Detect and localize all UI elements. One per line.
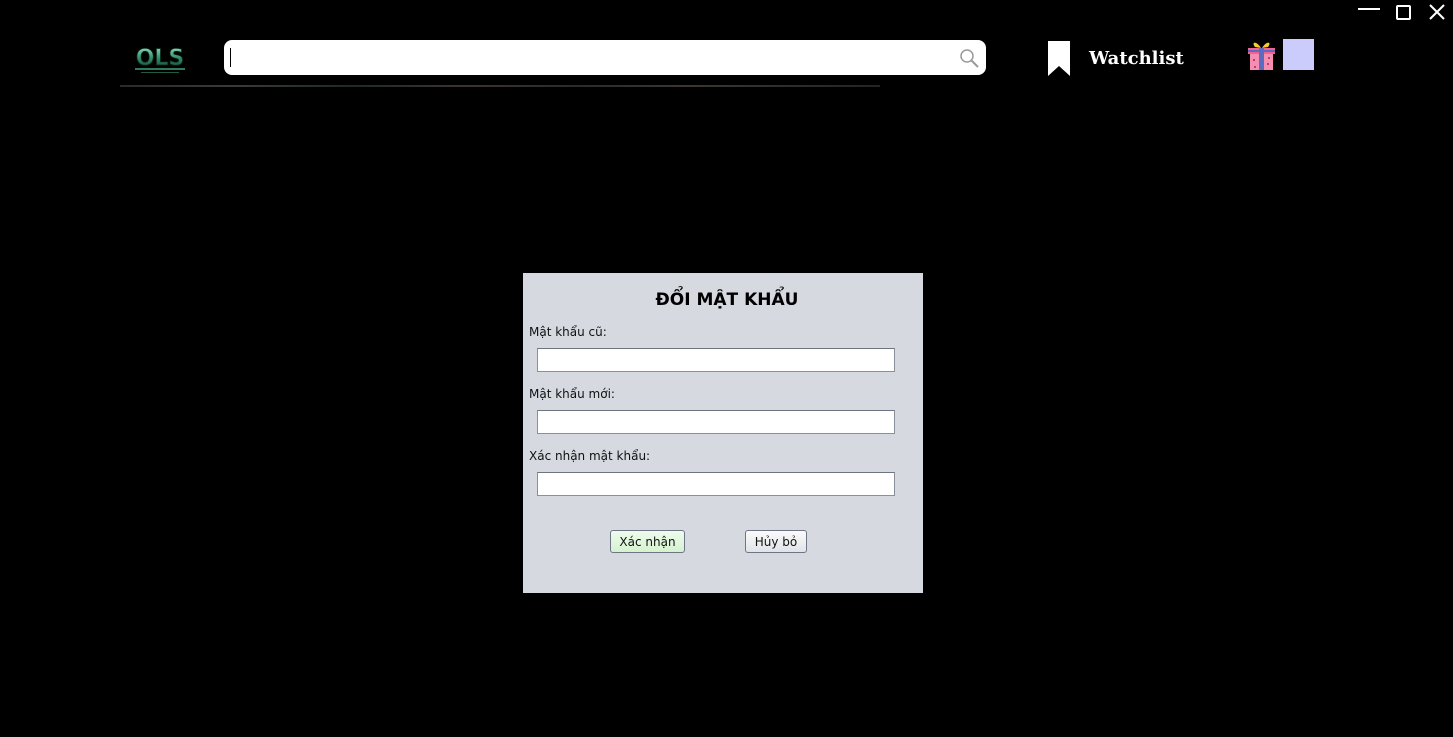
minimize-icon [1358, 8, 1380, 10]
confirm-password-label: Xác nhận mật khẩu: [529, 449, 651, 463]
search-bar[interactable] [224, 40, 986, 75]
minimize-button[interactable] [1354, 0, 1384, 24]
new-password-label: Mật khẩu mới: [529, 387, 615, 401]
close-button[interactable] [1422, 0, 1452, 24]
new-password-field[interactable] [537, 410, 895, 434]
app-window: OLS Watchlist ĐỔI MẬT KHẨU Mật khẩu cũ: … [0, 0, 1453, 737]
confirm-button[interactable]: Xác nhận [610, 530, 685, 553]
close-icon [1429, 4, 1445, 20]
watchlist-button[interactable]: Watchlist [1046, 40, 1184, 76]
avatar[interactable] [1283, 39, 1314, 70]
search-icon[interactable] [958, 47, 980, 69]
search-input[interactable] [228, 44, 956, 71]
cancel-button[interactable]: Hủy bỏ [745, 530, 807, 553]
maximize-button[interactable] [1388, 0, 1418, 24]
dialog-title: ĐỔI MẬT KHẨU [655, 290, 799, 310]
maximize-icon [1395, 4, 1411, 20]
change-password-dialog: ĐỔI MẬT KHẨU Mật khẩu cũ: Mật khẩu mới: … [523, 273, 923, 593]
app-logo[interactable]: OLS [131, 40, 189, 76]
logo-text: OLS [136, 46, 185, 71]
old-password-field[interactable] [537, 348, 895, 372]
text-caret [230, 48, 231, 67]
bookmark-icon [1048, 40, 1070, 76]
gift-icon[interactable] [1246, 38, 1277, 71]
watchlist-label: Watchlist [1089, 47, 1184, 69]
old-password-label: Mật khẩu cũ: [529, 325, 607, 339]
confirm-password-field[interactable] [537, 472, 895, 496]
header-divider [120, 85, 880, 87]
